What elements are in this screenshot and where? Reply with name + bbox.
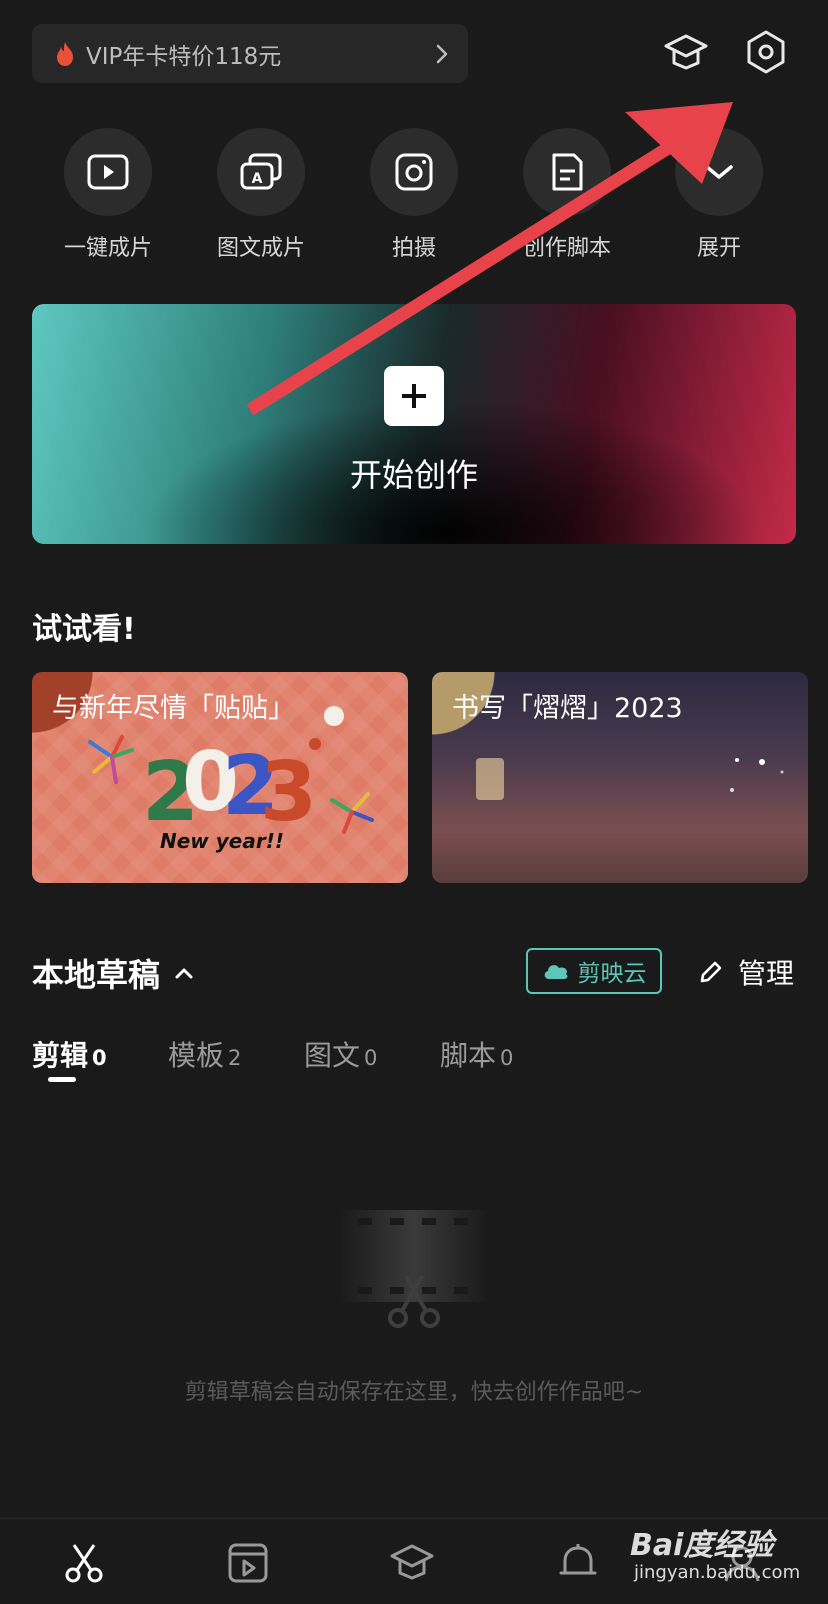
- play-icon: [87, 154, 129, 190]
- chevron-right-icon: [436, 44, 448, 63]
- bell-icon: [559, 1544, 597, 1575]
- tab-script[interactable]: 脚本 0: [440, 1034, 513, 1074]
- manage-label: 管理: [738, 957, 795, 990]
- tab-count: 0: [500, 1046, 514, 1070]
- start-creating-button[interactable]: 开始创作: [32, 304, 796, 544]
- empty-drafts-message: 剪辑草稿会自动保存在这里，快去创作作品吧~: [184, 1380, 644, 1405]
- edit-pencil-icon: [700, 961, 722, 983]
- quick-action-expand[interactable]: 展开: [659, 128, 779, 262]
- quick-action-label: 图文成片: [216, 236, 305, 261]
- chevron-up-icon: [175, 968, 193, 979]
- settings-icon[interactable]: [742, 28, 790, 76]
- template-card-2023[interactable]: 书写「熠熠」2023: [432, 672, 808, 883]
- active-tab-indicator: [48, 1077, 76, 1082]
- graduation-cap-icon[interactable]: [662, 28, 710, 76]
- quick-action-label: 创作脚本: [522, 236, 611, 261]
- quick-action-label: 展开: [696, 236, 741, 261]
- quick-action-label: 拍摄: [391, 236, 436, 261]
- tab-count: 0: [92, 1046, 107, 1070]
- template-video-icon: [228, 1543, 268, 1583]
- text-to-video-icon: A: [240, 153, 282, 190]
- local-drafts-toggle[interactable]: 本地草稿: [32, 950, 194, 996]
- nav-creator-class[interactable]: [382, 1541, 442, 1601]
- watermark-logo: Bai度经验: [630, 1528, 774, 1563]
- svg-text:3: 3: [260, 745, 317, 840]
- quick-action-shoot[interactable]: 拍摄: [354, 128, 474, 262]
- graduation-cap-icon: [390, 1544, 434, 1580]
- new-year-illustration: 2 0 2 3 New year!!: [88, 706, 374, 853]
- quick-action-script[interactable]: 创作脚本: [507, 128, 627, 262]
- tab-label: 剪辑: [32, 1039, 89, 1072]
- quick-action-text-video[interactable]: A 图文成片: [201, 128, 321, 262]
- quick-action-label: 一键成片: [63, 236, 152, 261]
- quick-action-one-click[interactable]: 一键成片: [48, 128, 168, 262]
- tab-edit[interactable]: 剪辑 0: [32, 1034, 107, 1074]
- tab-count: 0: [364, 1046, 378, 1070]
- script-icon: [552, 153, 583, 191]
- vip-promo-banner[interactable]: VIP年卡特价118元: [32, 24, 468, 83]
- nav-templates[interactable]: [218, 1541, 278, 1601]
- baidu-jingyan-watermark: Bai度经验 jingyan.baidu.com: [630, 1510, 800, 1595]
- empty-drafts-film-icon: [340, 1210, 488, 1328]
- manage-button[interactable]: 管理: [698, 952, 794, 992]
- cloud-icon: [544, 965, 567, 979]
- sparkler-illustration: [476, 758, 784, 800]
- tab-label: 模板: [168, 1039, 225, 1072]
- flame-icon: [57, 41, 73, 66]
- try-section-title: 试试看!: [32, 612, 136, 647]
- nav-edit[interactable]: [54, 1541, 114, 1601]
- plus-icon: [384, 366, 444, 426]
- tab-image-text[interactable]: 图文 0: [304, 1034, 377, 1074]
- template-card-new-year[interactable]: 与新年尽情「贴贴」 2 0 2 3 New year!!: [32, 672, 408, 883]
- scissors-icon: [65, 1544, 103, 1583]
- tab-label: 图文: [304, 1039, 361, 1072]
- tab-label: 脚本: [440, 1039, 497, 1072]
- svg-text:New year!!: New year!!: [160, 829, 284, 853]
- tab-count: 2: [228, 1046, 242, 1070]
- nav-messages[interactable]: [548, 1541, 608, 1601]
- chevron-down-icon: [705, 165, 733, 179]
- cloud-storage-label: 剪映云: [577, 961, 647, 987]
- cloud-storage-button[interactable]: 剪映云: [526, 948, 662, 994]
- tab-template[interactable]: 模板 2: [168, 1034, 241, 1074]
- local-drafts-title: 本地草稿: [32, 956, 161, 994]
- camera-icon: [395, 153, 433, 191]
- vip-promo-text: VIP年卡特价118元: [86, 43, 282, 70]
- svg-text:A: A: [252, 171, 263, 187]
- start-creating-label: 开始创作: [349, 456, 478, 494]
- watermark-url: jingyan.baidu.com: [634, 1562, 801, 1583]
